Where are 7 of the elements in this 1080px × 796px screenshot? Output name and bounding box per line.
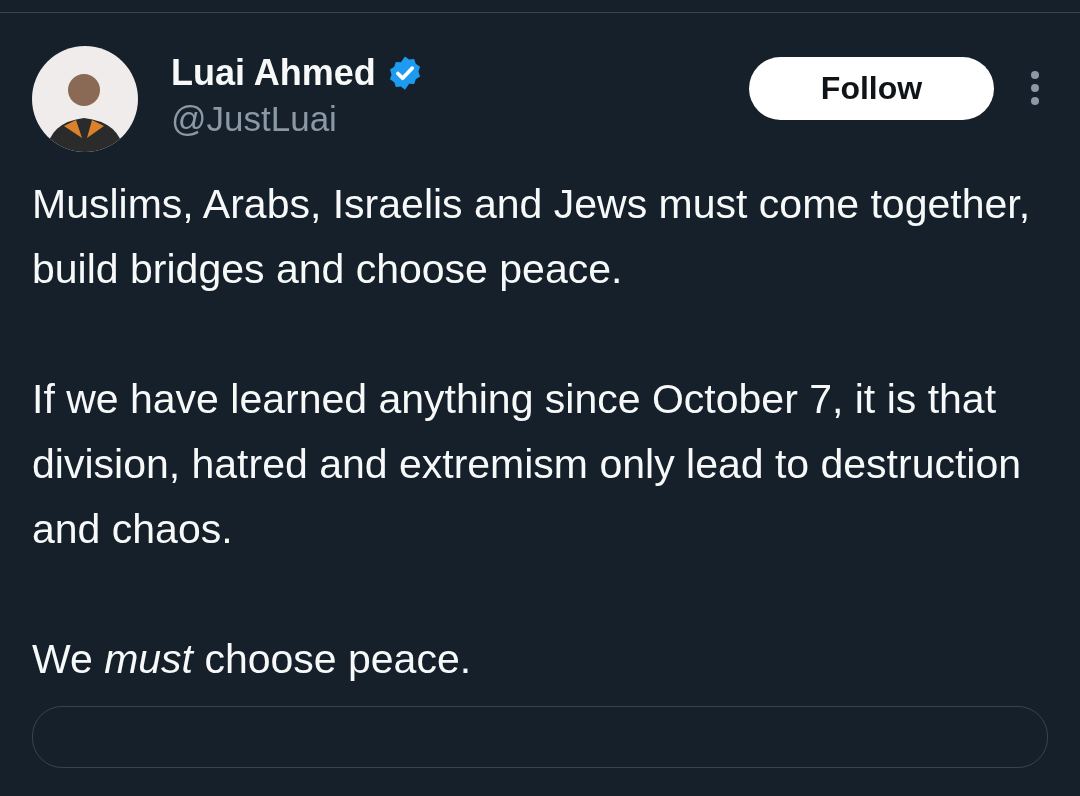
tweet-text: Muslims, Arabs, Israelis and Jews must come together, build bridges and choose peace.	[32, 180, 1032, 294]
follow-button[interactable]: Follow	[749, 57, 994, 120]
tweet-text: If we have learned anything since October 7, it is that division, hatred and extremism only lead to destruction and chaos.	[32, 375, 1023, 554]
author-handle[interactable]: @JustLuai	[171, 96, 424, 142]
tweet-text: We must choose peace.	[32, 635, 473, 684]
author-name[interactable]: Luai Ahmed	[171, 50, 376, 96]
more-options-icon[interactable]	[1030, 70, 1040, 106]
